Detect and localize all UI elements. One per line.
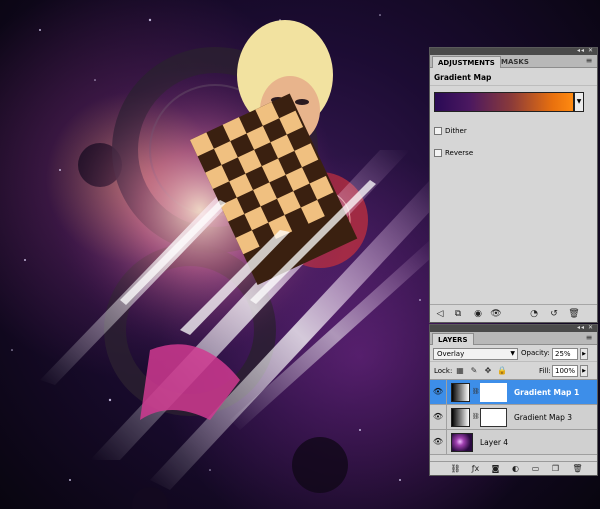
reverse-option[interactable]: Reverse [430,142,597,164]
lock-controls: Lock: ▦ ✎ ✥ 🔒 Fill: 100% ▶ [430,362,597,380]
mask-icon[interactable]: ◙ [490,464,501,474]
link-icon[interactable]: ⛓ [450,464,461,474]
group-icon[interactable]: ▭ [530,464,541,474]
reset-icon[interactable]: ↺ [548,308,560,320]
layer-name[interactable]: Gradient Map 1 [514,388,579,397]
back-arrow-icon[interactable]: ◁ [434,308,446,320]
lock-label: Lock: [434,367,453,375]
view-previous-icon[interactable]: ◔ [528,308,540,320]
mask-thumbnail[interactable] [480,383,507,402]
panel-header-bar: ◂◂ ✕ [430,324,597,332]
reverse-label: Reverse [445,149,474,157]
fill-slider-button[interactable]: ▶ [580,365,588,377]
layer-row-layer-4[interactable]: 👁 Layer 4 [430,430,597,455]
visibility-icon[interactable]: 👁 [490,308,502,320]
opacity-label: Opacity: [521,349,550,357]
blend-mode-value: Overlay [437,350,465,358]
panel-menu-icon[interactable]: ≡ [584,57,594,65]
dither-checkbox[interactable] [434,127,442,135]
adjustment-thumbnail[interactable] [451,383,470,402]
trash-icon[interactable]: 🗑 [572,464,583,474]
layer-thumbnail[interactable] [451,433,473,452]
layer-name[interactable]: Layer 4 [480,438,508,447]
adjustments-panel: ◂◂ ✕ ADJUSTMENTS MASKS ≡ Gradient Map ▼ … [429,47,598,323]
gradient-preview-bar[interactable] [434,92,574,112]
chain-link-icon[interactable]: ⛓ [472,388,480,397]
gradient-picker: ▼ [430,86,597,120]
layers-tabs: LAYERS ≡ [430,332,597,345]
divider [446,405,447,430]
reverse-checkbox[interactable] [434,149,442,157]
blend-mode-select[interactable]: Overlay ▼ [433,348,518,360]
eye-icon[interactable]: 👁 [432,387,444,397]
collapse-icon[interactable]: ◂◂ ✕ [577,47,594,54]
fx-icon[interactable]: ƒx [470,464,481,474]
layer-row-gradient-map-1[interactable]: 👁 ⛓ Gradient Map 1 [430,380,597,405]
panel-header-bar: ◂◂ ✕ [430,47,597,55]
opacity-input[interactable]: 25% [552,348,578,360]
dither-option[interactable]: Dither [430,120,597,142]
adjustment-icon[interactable]: ◐ [510,464,521,474]
lock-position-icon[interactable]: ✥ [483,366,493,376]
lock-transparency-icon[interactable]: ▦ [455,366,465,376]
panel-menu-icon[interactable]: ≡ [584,334,594,342]
chevron-down-icon: ▼ [510,350,515,357]
mask-thumbnail[interactable] [480,408,507,427]
collapse-icon[interactable]: ◂◂ ✕ [577,324,594,331]
eye-view-icon[interactable]: ◉ [472,308,484,320]
fill-label: Fill: [539,367,551,375]
dither-label: Dither [445,127,467,135]
lock-all-icon[interactable]: 🔒 [497,366,507,376]
divider [446,380,447,405]
new-layer-icon[interactable]: ❐ [550,464,561,474]
layers-panel: ◂◂ ✕ LAYERS ≡ Overlay ▼ Opacity: 25% ▶ L… [429,324,598,476]
layers-footer: ⛓ ƒx ◙ ◐ ▭ ❐ 🗑 [430,461,597,475]
eye-icon[interactable]: 👁 [432,412,444,422]
layer-row-gradient-map-3[interactable]: 👁 ⛓ Gradient Map 3 [430,405,597,430]
divider [446,430,447,455]
tab-adjustments[interactable]: ADJUSTMENTS [432,56,501,68]
gradient-dropdown-button[interactable]: ▼ [574,92,584,112]
eye-icon[interactable]: 👁 [432,437,444,447]
clip-layer-icon[interactable]: ⧉ [452,308,464,320]
tab-masks[interactable]: MASKS [496,56,534,68]
blend-controls: Overlay ▼ Opacity: 25% ▶ [430,345,597,362]
layer-name[interactable]: Gradient Map 3 [514,413,572,422]
adjustments-footer: ◁ ⧉ ◉ 👁 ◔ ↺ 🗑 [430,304,597,322]
fill-input[interactable]: 100% [552,365,578,377]
opacity-slider-button[interactable]: ▶ [580,348,588,360]
chain-link-icon[interactable]: ⛓ [472,413,480,422]
tab-layers[interactable]: LAYERS [432,333,474,345]
adjustment-thumbnail[interactable] [451,408,470,427]
adjustment-title: Gradient Map [430,68,597,86]
trash-icon[interactable]: 🗑 [568,308,580,320]
adjustments-tabs: ADJUSTMENTS MASKS ≡ [430,55,597,68]
lock-pixels-icon[interactable]: ✎ [469,366,479,376]
